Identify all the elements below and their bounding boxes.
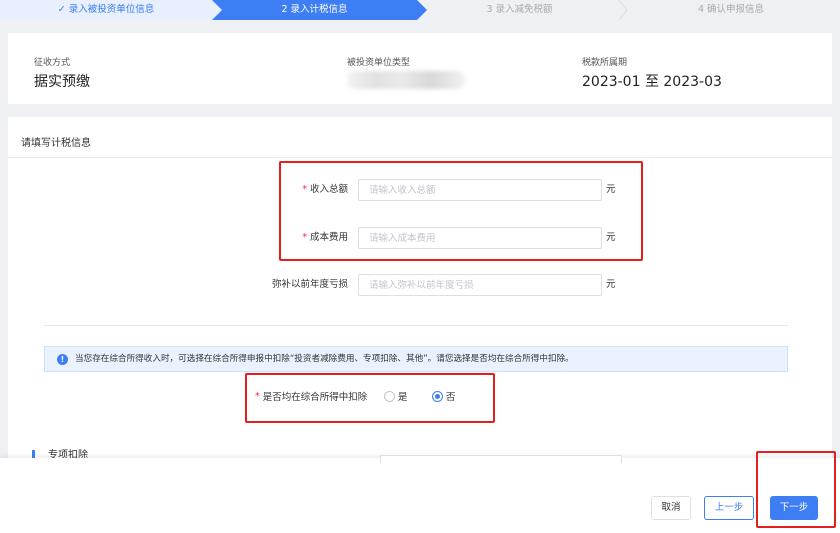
invested-unit-type-value-redacted bbox=[347, 71, 465, 89]
radio-no-label: 否 bbox=[445, 392, 456, 403]
loss-label-wrap: 弥补以前年度亏损 bbox=[208, 274, 348, 296]
declaration-info-card: 征收方式 据实预缴 被投资单位类型 税款所属期 2023-01 至 2023-0… bbox=[8, 33, 832, 104]
tax-period-value: 2023-01 至 2023-03 bbox=[582, 74, 722, 90]
step-2-label: 2 录入计税信息 bbox=[281, 4, 348, 15]
radio-yes[interactable]: 是 bbox=[383, 390, 408, 403]
invested-unit-type-label: 被投资单位类型 bbox=[347, 58, 411, 68]
notice-text: 当您存在综合所得收入时，可选择在综合所得申报中扣除“投资者减除费用、专项扣除、其… bbox=[75, 354, 574, 364]
step-4-label: 4 确认申报信息 bbox=[697, 4, 765, 15]
form-section-title: 请填写计税信息 bbox=[21, 138, 91, 149]
step-1-label: ✓ 录入被投资单位信息 bbox=[57, 4, 155, 15]
step-3-label: 3 录入减免税额 bbox=[486, 4, 553, 15]
step-2-tax-info: 2 录入计税信息 bbox=[212, 0, 417, 20]
required-mark: * bbox=[255, 391, 260, 402]
step-2-arrow bbox=[417, 0, 427, 20]
next-step-button[interactable]: 下一步 bbox=[770, 496, 818, 520]
step-1-arrow bbox=[212, 0, 222, 20]
radio-no-circle-selected[interactable] bbox=[431, 390, 443, 402]
tax-period: 税款所属期 2023-01 至 2023-03 bbox=[582, 55, 722, 91]
radio-yes-circle[interactable] bbox=[383, 390, 395, 402]
step-4-confirm: 4 确认申报信息 bbox=[622, 0, 840, 20]
footer-action-bar: 取消 上一步 下一步 bbox=[0, 451, 840, 533]
income-cost-highlight-box bbox=[279, 161, 643, 261]
loss-input[interactable] bbox=[358, 274, 602, 296]
previous-step-button[interactable]: 上一步 bbox=[704, 496, 754, 520]
partially-hidden-input[interactable] bbox=[380, 455, 622, 463]
deduct-choice-label: 是否均在综合所得中扣除 bbox=[262, 392, 368, 403]
invested-unit-type: 被投资单位类型 bbox=[347, 55, 465, 89]
tax-info-form-card: 请填写计税信息 *收入总额 元 *成本费用 元 弥补以前年度亏损 元 ! 当您存… bbox=[8, 117, 832, 462]
collection-method: 征收方式 据实预缴 bbox=[34, 55, 90, 91]
radio-no[interactable]: 否 bbox=[431, 390, 456, 403]
cancel-button[interactable]: 取消 bbox=[651, 496, 691, 520]
form-title-divider bbox=[8, 157, 832, 158]
collection-method-value: 据实预缴 bbox=[34, 74, 90, 90]
deduct-choice-row: * 是否均在综合所得中扣除 是 否 bbox=[255, 389, 455, 405]
loss-label: 弥补以前年度亏损 bbox=[271, 279, 348, 290]
loss-unit: 元 bbox=[606, 279, 616, 290]
deduction-notice: ! 当您存在综合所得收入时，可选择在综合所得申报中扣除“投资者减除费用、专项扣除… bbox=[44, 346, 788, 372]
radio-yes-label: 是 bbox=[397, 392, 408, 403]
form-divider bbox=[44, 325, 788, 326]
step-progress-bar: ✓ 录入被投资单位信息 2 录入计税信息 3 录入减免税额 4 确认申报信息 bbox=[0, 0, 840, 20]
tax-period-label: 税款所属期 bbox=[582, 58, 628, 68]
step-3-tax-reduction: 3 录入减免税额 bbox=[417, 0, 622, 20]
collection-method-label: 征收方式 bbox=[34, 58, 71, 68]
info-icon: ! bbox=[57, 354, 68, 365]
step-1-investee-info[interactable]: ✓ 录入被投资单位信息 bbox=[0, 0, 212, 20]
